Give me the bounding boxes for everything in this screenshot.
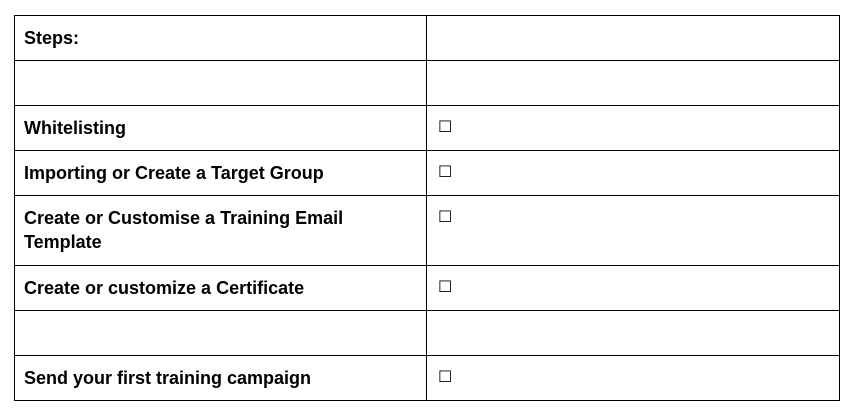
table-row: Create or customize a Certificate ☐ bbox=[14, 265, 840, 311]
empty-cell bbox=[426, 310, 840, 356]
step-label-certificate: Create or customize a Certificate bbox=[14, 265, 427, 311]
checkbox-certificate[interactable]: ☐ bbox=[426, 265, 840, 311]
checkbox-target-group[interactable]: ☐ bbox=[426, 150, 840, 196]
steps-checklist-table: Steps: Whitelisting ☐ Importing or Creat… bbox=[14, 15, 840, 401]
empty-cell bbox=[14, 310, 427, 356]
table-row-empty bbox=[14, 310, 840, 356]
checkbox-training-campaign[interactable]: ☐ bbox=[426, 355, 840, 401]
table-row: Whitelisting ☐ bbox=[14, 105, 840, 151]
step-label-whitelisting: Whitelisting bbox=[14, 105, 427, 151]
step-label-target-group: Importing or Create a Target Group bbox=[14, 150, 427, 196]
table-row: Importing or Create a Target Group ☐ bbox=[14, 150, 840, 196]
step-label-email-template: Create or Customise a Training Email Tem… bbox=[14, 195, 427, 266]
steps-heading: Steps: bbox=[14, 15, 427, 61]
step-label-training-campaign: Send your first training campaign bbox=[14, 355, 427, 401]
table-row-header: Steps: bbox=[14, 15, 840, 61]
checkbox-email-template[interactable]: ☐ bbox=[426, 195, 840, 266]
table-row: Create or Customise a Training Email Tem… bbox=[14, 195, 840, 266]
checkbox-whitelisting[interactable]: ☐ bbox=[426, 105, 840, 151]
table-row-empty bbox=[14, 60, 840, 106]
empty-cell bbox=[426, 60, 840, 106]
empty-cell bbox=[14, 60, 427, 106]
empty-cell bbox=[426, 15, 840, 61]
table-row: Send your first training campaign ☐ bbox=[14, 355, 840, 401]
